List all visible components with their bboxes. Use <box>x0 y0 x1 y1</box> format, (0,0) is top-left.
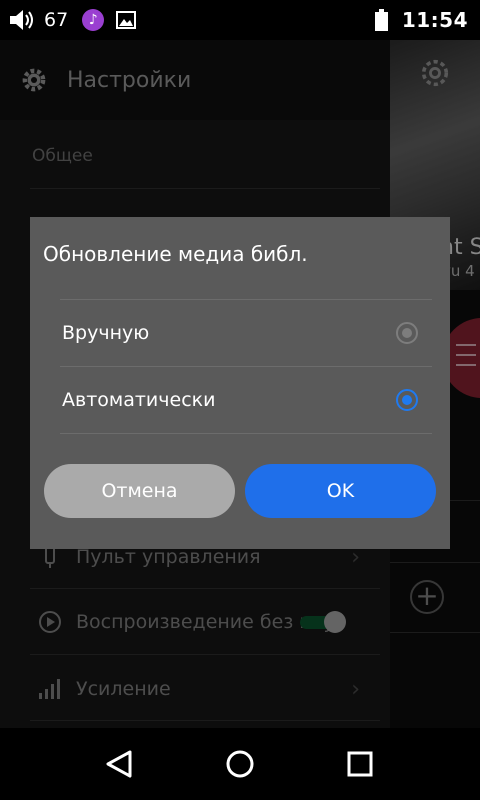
navigation-bar <box>0 728 480 800</box>
image-icon <box>116 11 137 29</box>
home-icon[interactable] <box>222 746 258 782</box>
status-bar: 67 ♪ 11:54 <box>0 0 480 40</box>
option-label: Вручную <box>62 322 150 344</box>
radio-automatic[interactable] <box>396 389 418 411</box>
back-icon[interactable] <box>102 746 138 782</box>
battery-icon <box>374 9 388 31</box>
dialog-divider <box>60 433 432 434</box>
music-app-icon: ♪ <box>82 9 105 31</box>
clock: 11:54 <box>401 8 468 32</box>
recents-icon[interactable] <box>342 746 378 782</box>
option-manual[interactable]: Вручную <box>60 300 432 366</box>
media-library-update-dialog: Обновление медиа библ. Вручную Автоматич… <box>30 217 450 549</box>
radio-manual[interactable] <box>396 322 418 344</box>
cancel-button[interactable]: Отмена <box>44 464 235 518</box>
dialog-title: Обновление медиа библ. <box>43 242 308 266</box>
volume-icon <box>10 10 33 30</box>
option-label: Автоматически <box>62 389 216 411</box>
ok-button[interactable]: OK <box>245 464 436 518</box>
option-automatic[interactable]: Автоматически <box>60 367 432 433</box>
volume-level: 67 <box>44 9 69 31</box>
